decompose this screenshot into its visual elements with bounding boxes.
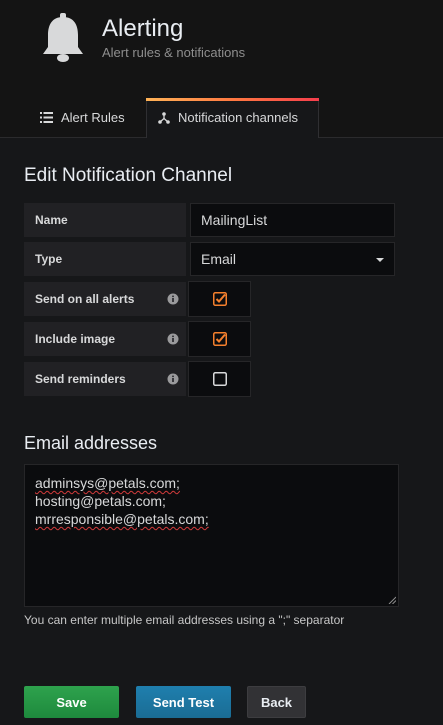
tab-alert-rules-label: Alert Rules — [61, 110, 125, 125]
send-test-button[interactable]: Send Test — [136, 686, 231, 718]
bell-icon — [43, 13, 83, 62]
send-reminders-label-text: Send reminders — [35, 372, 126, 386]
send-all-label: Send on all alerts — [24, 282, 186, 316]
email-hint: You can enter multiple email addresses u… — [24, 613, 345, 627]
list-icon — [40, 112, 53, 123]
form-heading: Edit Notification Channel — [24, 165, 233, 186]
email-line: mrresponsible@petals.com; — [35, 511, 209, 527]
include-image-label: Include image — [24, 322, 186, 356]
name-label-text: Name — [35, 213, 68, 227]
send-reminders-label: Send reminders — [24, 362, 186, 396]
resize-handle-icon[interactable] — [388, 596, 396, 604]
type-label-text: Type — [35, 252, 63, 266]
chevron-down-icon — [376, 258, 384, 262]
include-image-label-text: Include image — [35, 332, 116, 346]
type-select[interactable]: Email — [190, 242, 395, 276]
type-select-value: Email — [201, 251, 237, 267]
share-nodes-icon — [158, 111, 170, 124]
send-reminders-checkbox[interactable] — [188, 361, 251, 397]
name-field[interactable]: MailingList — [190, 203, 395, 237]
email-heading: Email addresses — [24, 433, 158, 453]
info-icon[interactable] — [167, 373, 179, 385]
back-button[interactable]: Back — [247, 686, 306, 718]
page-title: Alerting — [102, 15, 184, 42]
email-line: adminsys@petals.com; — [35, 475, 180, 491]
send-all-label-text: Send on all alerts — [35, 292, 135, 306]
tab-alert-rules[interactable]: Alert Rules — [28, 98, 146, 137]
info-icon[interactable] — [167, 333, 179, 345]
email-line: hosting@petals.com; — [35, 493, 166, 509]
email-addresses-textarea[interactable]: adminsys@petals.com; hosting@petals.com;… — [24, 464, 399, 607]
info-icon[interactable] — [167, 293, 179, 305]
checkbox-checked-icon — [213, 332, 227, 346]
page-header: Alerting Alert rules & notifications Ale… — [0, 0, 443, 138]
name-label: Name — [24, 203, 186, 237]
tab-notification-channels[interactable]: Notification channels — [146, 98, 319, 137]
tab-notification-channels-label: Notification channels — [178, 110, 298, 125]
send-all-checkbox[interactable] — [188, 281, 251, 317]
checkbox-unchecked-icon — [213, 372, 227, 386]
checkbox-checked-icon — [213, 292, 227, 306]
page-subtitle: Alert rules & notifications — [102, 45, 246, 60]
type-label: Type — [24, 242, 186, 276]
include-image-checkbox[interactable] — [188, 321, 251, 357]
save-button[interactable]: Save — [24, 686, 119, 718]
